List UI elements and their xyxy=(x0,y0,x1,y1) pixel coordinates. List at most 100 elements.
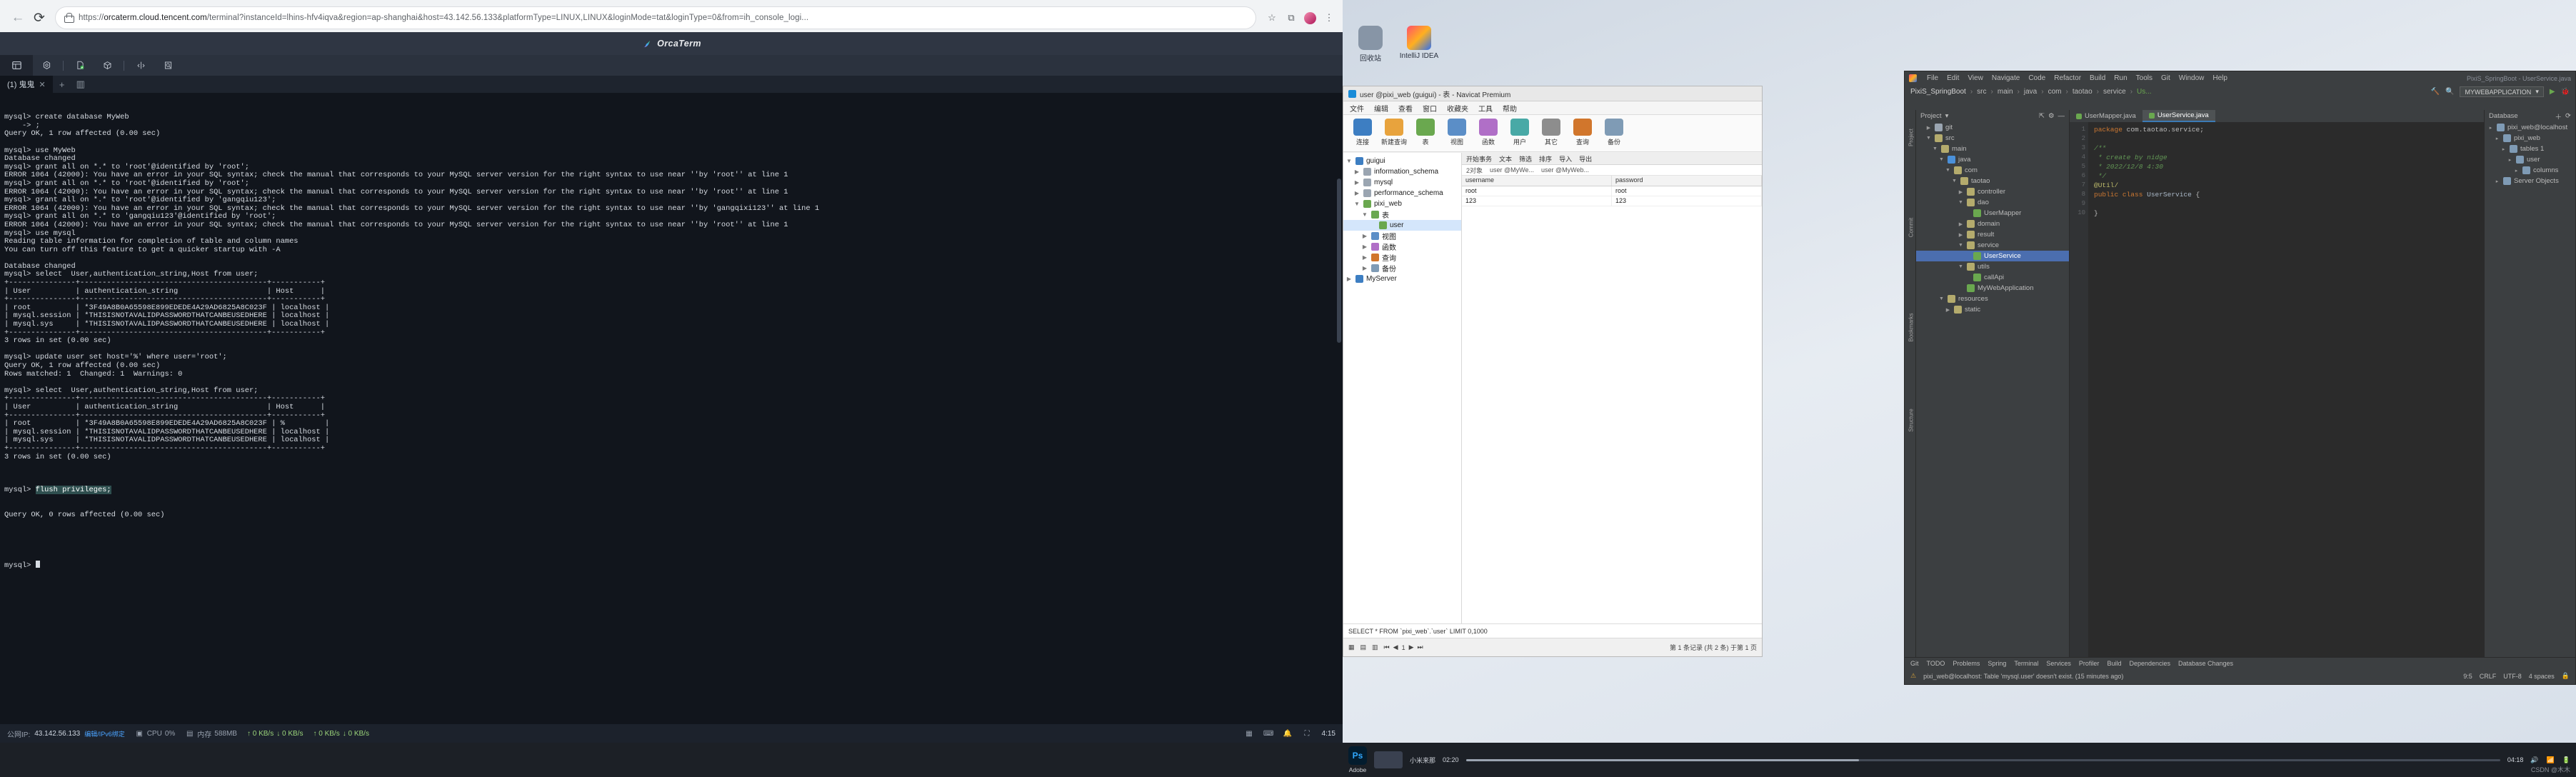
intellij-menu-run[interactable]: Run xyxy=(2114,74,2127,82)
grid-view-icon[interactable]: ▦ xyxy=(1348,643,1355,651)
fullscreen-icon[interactable]: ⛶ xyxy=(1303,729,1312,738)
status-ip-edit-link[interactable]: 编辑/IPv6绑定 xyxy=(84,729,125,738)
run-configuration-select[interactable]: MYWEBAPPLICATION ▾ xyxy=(2460,86,2544,97)
tree-expander-icon[interactable]: ▸ xyxy=(2507,157,2513,163)
avatar[interactable] xyxy=(1304,11,1316,24)
tree-folder-java[interactable]: ▼ java xyxy=(1916,154,2069,165)
code-line[interactable]: } xyxy=(2070,209,2484,218)
tree-expander-icon[interactable]: ▸ xyxy=(2513,168,2520,174)
view-button[interactable]: 视图 xyxy=(1442,118,1472,146)
collapse-all-icon[interactable]: ⇱ xyxy=(2039,112,2045,120)
tree-db-mysql[interactable]: ▶ mysql xyxy=(1343,177,1461,188)
package-icon[interactable] xyxy=(94,55,121,76)
breadcrumb-taotao[interactable]: taotao xyxy=(2073,88,2093,96)
navicat-data-grid[interactable]: username password root root 123 123 xyxy=(1462,176,1762,623)
tree-expander-icon[interactable]: ▼ xyxy=(1951,179,1958,184)
breadcrumb-src[interactable]: src xyxy=(1977,88,1986,96)
breadcrumb-project[interactable]: PixiS_SpringBoot xyxy=(1910,88,1966,96)
tree-expander-icon[interactable]: ▼ xyxy=(1958,243,1964,248)
close-icon[interactable]: ✕ xyxy=(39,80,46,89)
db-connection[interactable]: ▸ pixi_web@localhost xyxy=(2485,122,2575,133)
breadcrumb-com[interactable]: com xyxy=(2048,88,2062,96)
tree-expander-icon[interactable]: ▸ xyxy=(2494,179,2500,184)
tree-expander-icon[interactable]: ▼ xyxy=(1938,157,1945,162)
toolwindow-terminal[interactable]: Terminal xyxy=(2014,660,2038,667)
media-progress-bar[interactable] xyxy=(1465,758,2500,761)
navicat-content-tab-1[interactable]: user @MyWe... xyxy=(1490,166,1534,174)
terminal-tab[interactable]: (1) 鬼鬼 ✕ xyxy=(0,76,53,93)
tree-connection-guigui[interactable]: ▼ guigui xyxy=(1343,156,1461,166)
tree-table-user[interactable]: user xyxy=(1343,220,1461,231)
chevron-down-icon-2[interactable]: ▾ xyxy=(1945,112,1949,120)
strip-structure-label[interactable]: Structure xyxy=(1908,404,1915,437)
strip-project-label[interactable]: Project xyxy=(1908,121,1915,154)
desktop-icon-intellij[interactable]: IntelliJ IDEA xyxy=(1397,26,1441,60)
tree-folder-result[interactable]: ▶ result xyxy=(1916,229,2069,240)
last-page-icon[interactable]: ⏭ xyxy=(1418,643,1423,651)
breadcrumb-main[interactable]: main xyxy=(1998,88,2013,96)
intellij-menu-code[interactable]: Code xyxy=(2028,74,2045,82)
tree-expander-icon[interactable]: ▼ xyxy=(1945,168,1951,173)
hammer-icon[interactable]: 🔨 xyxy=(2431,88,2440,96)
tree-folder-static[interactable]: ▶ static xyxy=(1916,304,2069,315)
navicat-menu-3[interactable]: 窗口 xyxy=(1423,103,1437,114)
grid-icon[interactable]: ▦ xyxy=(1245,729,1254,738)
tree-expander-icon[interactable]: ▶ xyxy=(1958,232,1964,238)
tree-folder-backups[interactable]: ▶ 备份 xyxy=(1343,263,1461,274)
code-line[interactable]: @Util/ xyxy=(2070,181,2484,190)
search-file-icon[interactable] xyxy=(154,55,181,76)
intellij-project-tree[interactable]: Project ▾ ⇱ ⚙ — ▶ git ▼ src ▼ main ▼ java ▼ com ▼ t… xyxy=(1916,110,2070,657)
intellij-menu-view[interactable]: View xyxy=(1968,74,1983,82)
tree-folder-views[interactable]: ▶ 视图 xyxy=(1343,231,1461,241)
intellij-menu-build[interactable]: Build xyxy=(2090,74,2105,82)
breadcrumb-file[interactable]: Us... xyxy=(2137,88,2152,96)
first-page-icon[interactable]: ⏮ xyxy=(1384,643,1390,651)
tree-file-userservice[interactable]: UserService xyxy=(1916,251,2069,261)
reload-icon[interactable]: ⟳ xyxy=(29,7,50,29)
tab-usermapper[interactable]: UserMapper.java xyxy=(2070,110,2143,122)
tree-folder-git[interactable]: ▶ git xyxy=(1916,122,2069,133)
tree-db-information-schema[interactable]: ▶ information_schema xyxy=(1343,166,1461,177)
navicat-result-tab-1[interactable]: 文本 xyxy=(1499,154,1512,164)
navicat-result-tab-3[interactable]: 排序 xyxy=(1539,154,1552,164)
intellij-menu-edit[interactable]: Edit xyxy=(1947,74,1959,82)
new-tab-button[interactable]: + xyxy=(53,76,71,93)
grid-cell[interactable]: 123 xyxy=(1462,196,1612,206)
star-icon[interactable]: ☆ xyxy=(1266,11,1278,24)
keyboard-icon[interactable]: ⌨ xyxy=(1263,729,1273,738)
tree-folder-tables[interactable]: ▼ 表 xyxy=(1343,209,1461,220)
db-add-icon[interactable]: ＋ xyxy=(2555,111,2562,121)
db-schema-pixi-web[interactable]: ▸ pixi_web xyxy=(2485,133,2575,144)
taskbar-media-widget[interactable]: 小米来那 02:20 04:18 xyxy=(1374,751,2523,768)
tab-userservice[interactable]: UserService.java xyxy=(2142,110,2215,122)
code-line[interactable]: */ xyxy=(2070,171,2484,181)
intellij-menu-file[interactable]: File xyxy=(1927,74,1938,82)
navicat-pager[interactable]: ⏮ ◀ 1 ▶ ⏭ xyxy=(1384,643,1423,651)
tree-expander-icon[interactable]: ▼ xyxy=(1925,136,1932,141)
tree-db-performance-schema[interactable]: ▶ performance_schema xyxy=(1343,188,1461,199)
tree-expander-icon[interactable]: ▶ xyxy=(1353,179,1360,186)
tree-file-mywebapplication[interactable]: MyWebApplication xyxy=(1916,283,2069,294)
tree-folder-service[interactable]: ▼ service xyxy=(1916,240,2069,251)
code-line[interactable]: public class UserService { xyxy=(2070,190,2484,199)
strip-commit-label[interactable]: Commit xyxy=(1908,211,1915,244)
navicat-content-tab-2[interactable]: user @MyWeb... xyxy=(1541,166,1589,174)
connection-button[interactable]: 连接 xyxy=(1348,118,1378,146)
toolwindow-database-changes[interactable]: Database Changes xyxy=(2178,660,2233,667)
prev-page-icon[interactable]: ◀ xyxy=(1393,643,1398,651)
terminal-output[interactable]: mysql> create database MyWeb -> ; Query O… xyxy=(0,93,1343,724)
tree-db-pixi-web[interactable]: ▼ pixi_web xyxy=(1343,199,1461,209)
file-transfer-icon[interactable] xyxy=(66,55,94,76)
tree-expander-icon[interactable]: ▶ xyxy=(1353,169,1360,175)
intellij-menu-navigate[interactable]: Navigate xyxy=(1992,74,2020,82)
line-separator[interactable]: CRLF xyxy=(2480,673,2497,680)
lock-status-icon[interactable]: 🔒 xyxy=(2562,672,2570,680)
network-icon[interactable]: 📶 xyxy=(2547,756,2555,764)
bell-icon[interactable]: 🔔 xyxy=(1283,729,1293,738)
hide-panel-icon[interactable]: — xyxy=(2058,112,2065,120)
navicat-result-tab-2[interactable]: 筛选 xyxy=(1519,154,1532,164)
indent-setting[interactable]: 4 spaces xyxy=(2529,673,2555,680)
search-everywhere-icon[interactable]: 🔍 xyxy=(2445,88,2454,96)
query-button[interactable]: 查询 xyxy=(1568,118,1598,146)
tree-expander-icon[interactable]: ▼ xyxy=(1353,201,1360,207)
